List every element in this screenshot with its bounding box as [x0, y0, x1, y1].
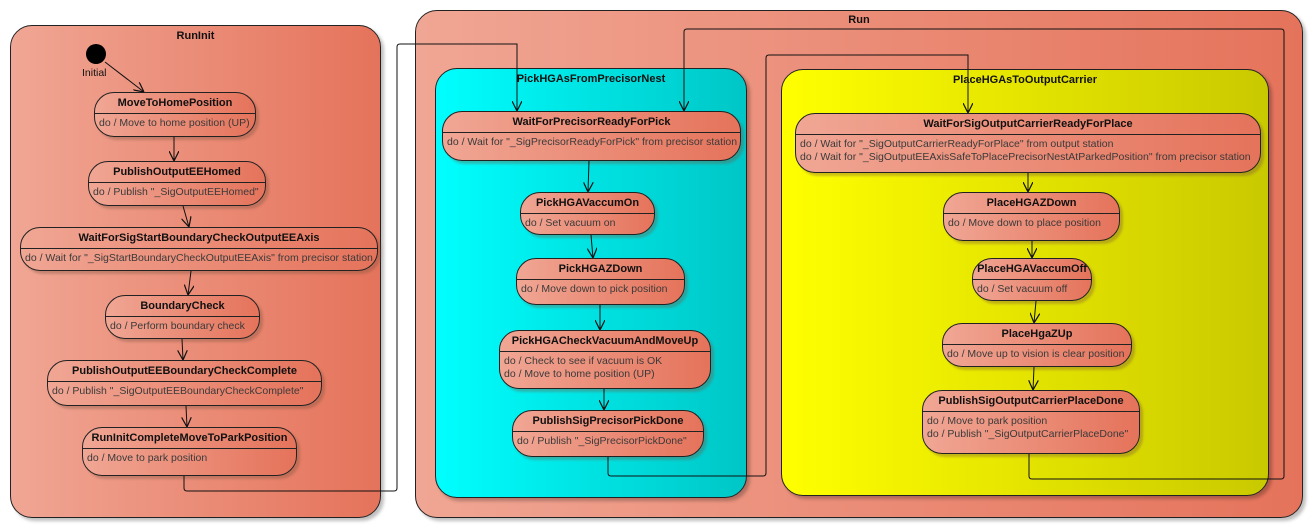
- transition[interactable]: [1034, 300, 1036, 323]
- transition[interactable]: [183, 205, 189, 227]
- transition[interactable]: [188, 270, 191, 295]
- transition[interactable]: [588, 160, 589, 192]
- transition[interactable]: [1033, 366, 1034, 390]
- transition-place-to-pick[interactable]: [684, 28, 1285, 480]
- transition[interactable]: [182, 338, 183, 360]
- transition-runinit-to-run[interactable]: [183, 43, 517, 492]
- transition[interactable]: [591, 234, 593, 258]
- transition-initial[interactable]: [104, 61, 144, 92]
- transition-pick-to-place[interactable]: [607, 54, 968, 477]
- transition[interactable]: [186, 405, 187, 427]
- transitions-layer: [104, 28, 1285, 492]
